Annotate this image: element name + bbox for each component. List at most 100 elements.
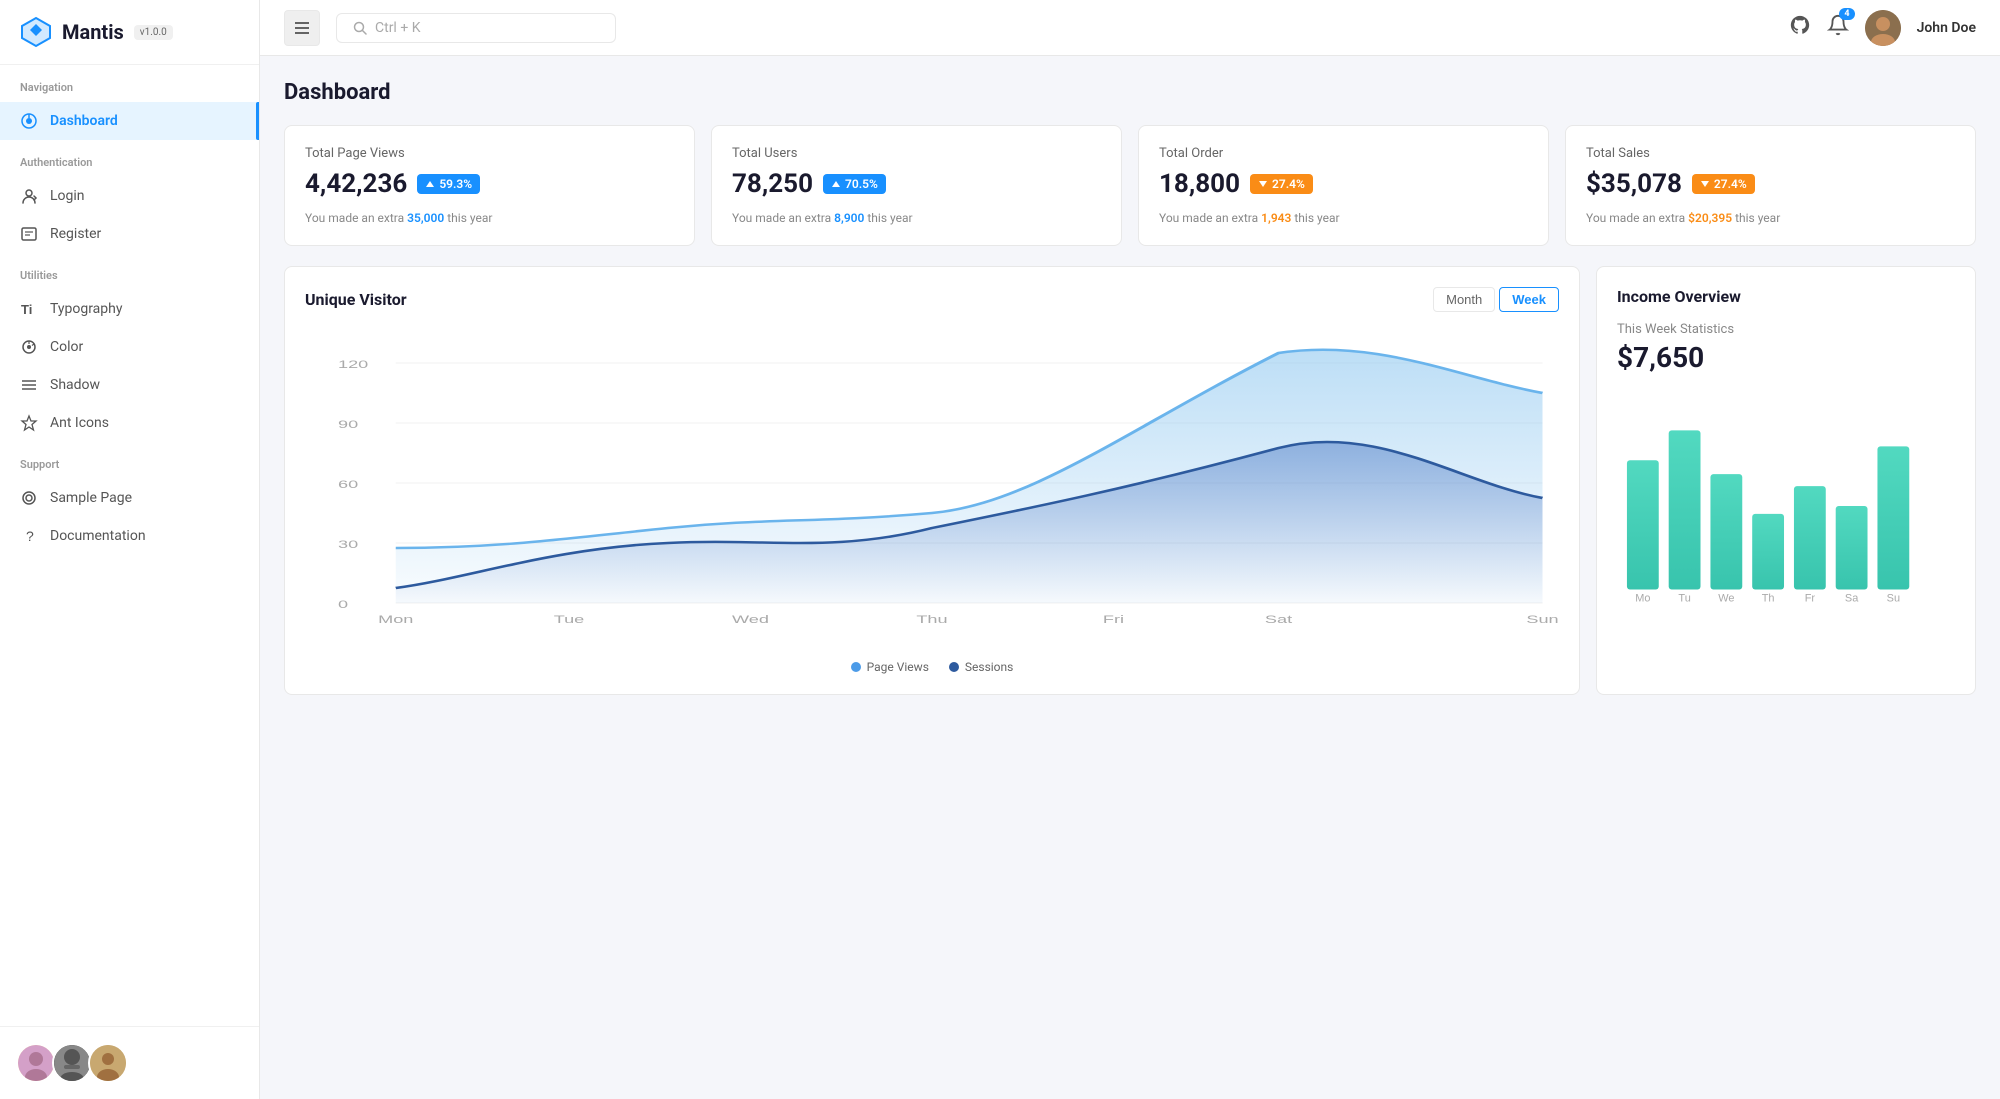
svg-text:60: 60 <box>338 478 358 490</box>
sidebar-item-register[interactable]: Register <box>0 215 259 253</box>
avatar-3 <box>88 1043 128 1083</box>
page-title: Dashboard <box>284 80 1976 105</box>
legend-pageviews: Page Views <box>851 660 929 674</box>
section-label-auth: Authentication <box>0 140 259 177</box>
github-button[interactable] <box>1789 14 1811 41</box>
sidebar-item-documentation[interactable]: ? Documentation <box>0 517 259 555</box>
search-box[interactable]: Ctrl + K <box>336 13 616 43</box>
sidebar-item-samplepage[interactable]: Sample Page <box>0 479 259 517</box>
dashboard-label: Dashboard <box>50 113 118 129</box>
income-subtitle: This Week Statistics <box>1617 322 1955 337</box>
search-placeholder: Ctrl + K <box>375 20 421 36</box>
legend-label-sessions: Sessions <box>965 660 1013 674</box>
notification-count: 4 <box>1839 8 1854 20</box>
shadow-icon <box>20 376 38 394</box>
stat-value-2: 18,800 <box>1159 169 1240 199</box>
color-label: Color <box>50 339 83 355</box>
sidebar: Mantis v1.0.0 Navigation Dashboard Authe… <box>0 0 260 1099</box>
svg-text:Fri: Fri <box>1103 613 1124 625</box>
svg-text:Sun: Sun <box>1526 613 1558 625</box>
svg-text:Ti: Ti <box>21 302 32 317</box>
period-week-btn[interactable]: Week <box>1499 287 1559 312</box>
register-icon <box>20 225 38 243</box>
logo-icon <box>20 16 52 48</box>
legend-label-pageviews: Page Views <box>867 660 929 674</box>
stat-card-sales: Total Sales $35,078 27.4% You made an ex… <box>1565 125 1976 246</box>
samplepage-icon <box>20 489 38 507</box>
login-icon <box>20 187 38 205</box>
stat-badge-2: 27.4% <box>1250 174 1313 194</box>
sidebar-item-typography[interactable]: Ti Typography <box>0 290 259 328</box>
stat-footer-3: You made an extra $20,395 this year <box>1586 211 1955 225</box>
user-name: John Doe <box>1917 20 1976 36</box>
svg-text:90: 90 <box>338 418 358 430</box>
section-label-utilities: Utilities <box>0 253 259 290</box>
stat-card-users: Total Users 78,250 70.5% You made an ext… <box>711 125 1122 246</box>
avatar-group <box>16 1043 243 1083</box>
charts-row: Unique Visitor Month Week 0 30 60 90 120 <box>284 266 1976 695</box>
hamburger-button[interactable] <box>284 10 320 46</box>
sidebar-item-dashboard[interactable]: Dashboard <box>0 102 259 140</box>
app-version: v1.0.0 <box>134 25 173 40</box>
stat-footer-2: You made an extra 1,943 this year <box>1159 211 1528 225</box>
anticons-label: Ant Icons <box>50 415 109 431</box>
svg-text:Mon: Mon <box>378 613 413 625</box>
income-overview-card: Income Overview This Week Statistics $7,… <box>1596 266 1976 695</box>
svg-text:Sa: Sa <box>1845 592 1859 604</box>
stat-badge-3: 27.4% <box>1692 174 1755 194</box>
svg-text:Su: Su <box>1887 592 1900 604</box>
svg-text:Tu: Tu <box>1678 592 1690 604</box>
svg-text:Tue: Tue <box>554 613 585 625</box>
sidebar-item-shadow[interactable]: Shadow <box>0 366 259 404</box>
samplepage-label: Sample Page <box>50 490 132 506</box>
period-month-btn[interactable]: Month <box>1433 287 1495 312</box>
color-icon <box>20 338 38 356</box>
svg-text:120: 120 <box>338 358 368 370</box>
svg-text:Wed: Wed <box>732 613 769 625</box>
unique-visitor-card: Unique Visitor Month Week 0 30 60 90 120 <box>284 266 1580 695</box>
svg-text:Mo: Mo <box>1635 592 1650 604</box>
stats-grid: Total Page Views 4,42,236 59.3% You made… <box>284 125 1976 246</box>
anticons-icon <box>20 414 38 432</box>
section-label-support: Support <box>0 442 259 479</box>
stat-label-1: Total Users <box>732 146 1101 161</box>
svg-text:Fr: Fr <box>1805 592 1816 604</box>
sidebar-bottom <box>0 1026 259 1099</box>
main-content: Ctrl + K 4 John Doe Dashboard <box>260 0 2000 1099</box>
sidebar-item-login[interactable]: Login <box>0 177 259 215</box>
svg-text:Thu: Thu <box>916 613 947 625</box>
legend-sessions: Sessions <box>949 660 1013 674</box>
income-bar-chart: Mo Tu We Th Fr Sa Su <box>1617 390 1955 614</box>
stat-badge-1: 70.5% <box>823 174 886 194</box>
svg-text:We: We <box>1718 592 1734 604</box>
sidebar-item-anticons[interactable]: Ant Icons <box>0 404 259 442</box>
shadow-label: Shadow <box>50 377 100 393</box>
stat-label-2: Total Order <box>1159 146 1528 161</box>
topbar: Ctrl + K 4 John Doe <box>260 0 2000 56</box>
stat-label-0: Total Page Views <box>305 146 674 161</box>
stat-value-3: $35,078 <box>1586 169 1682 199</box>
stat-footer-0: You made an extra 35,000 this year <box>305 211 674 225</box>
topbar-right: 4 John Doe <box>1789 10 1976 46</box>
legend-dot-sessions <box>949 662 959 672</box>
stat-value-0: 4,42,236 <box>305 169 407 199</box>
visitor-chart-title: Unique Visitor <box>305 290 407 309</box>
sidebar-item-color[interactable]: Color <box>0 328 259 366</box>
stat-card-orders: Total Order 18,800 27.4% You made an ext… <box>1138 125 1549 246</box>
avatar-2 <box>52 1043 92 1083</box>
stat-label-3: Total Sales <box>1586 146 1955 161</box>
stat-badge-0: 59.3% <box>417 174 480 194</box>
dashboard-icon <box>20 112 38 130</box>
income-value: $7,650 <box>1617 341 1955 374</box>
svg-text:30: 30 <box>338 538 358 550</box>
user-avatar <box>1865 10 1901 46</box>
typography-label: Typography <box>50 301 122 317</box>
section-label-navigation: Navigation <box>0 65 259 102</box>
notification-button[interactable]: 4 <box>1827 14 1849 41</box>
stat-footer-1: You made an extra 8,900 this year <box>732 211 1101 225</box>
register-label: Register <box>50 226 101 242</box>
svg-text:0: 0 <box>338 598 348 610</box>
stat-card-pageviews: Total Page Views 4,42,236 59.3% You made… <box>284 125 695 246</box>
documentation-label: Documentation <box>50 528 146 544</box>
sidebar-logo: Mantis v1.0.0 <box>0 0 259 65</box>
